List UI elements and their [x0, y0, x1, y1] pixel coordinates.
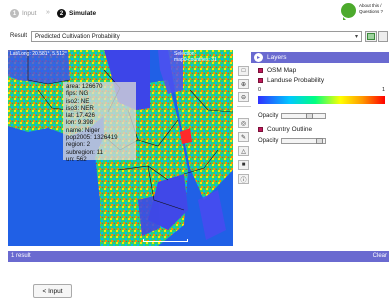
pencil-icon: ✎ — [240, 134, 247, 141]
zoom-out-button[interactable]: ⊖ — [238, 92, 249, 102]
opacity-control-outline: Opacity — [258, 138, 327, 144]
select-icon: ◎ — [240, 120, 247, 127]
chevron-down-icon: ▾ — [354, 34, 358, 40]
speech-bubble-icon — [341, 3, 356, 20]
export-icon — [367, 33, 375, 40]
box-tool-button[interactable]: ■ — [238, 160, 249, 170]
result-label: Result — [10, 33, 28, 39]
slider-thumb[interactable] — [306, 113, 314, 119]
layers-panel: OSM Map Landuse Probability 0 1 Opacity … — [251, 63, 389, 246]
info-tool-button[interactable]: ⓘ — [238, 174, 249, 184]
opacity-control-landuse: Opacity — [258, 113, 327, 119]
step-label: Input — [22, 10, 37, 17]
export-button[interactable] — [365, 31, 377, 42]
result-row: Result Predicted Cultivation Probability… — [0, 31, 389, 43]
map-toolbar: □ ⊕ ⊖ ◎ ✎ △ ■ ⓘ — [237, 52, 251, 246]
info-icon: ⓘ — [240, 177, 247, 184]
slider-thumb[interactable] — [316, 138, 324, 144]
info-line: lat: 17.426 — [66, 112, 95, 120]
info-line: fips: NG — [66, 90, 89, 98]
zoom-in-button[interactable]: ⊕ — [238, 79, 249, 89]
info-line: un: 562 — [66, 155, 87, 163]
zoom-out-icon: ⊖ — [240, 94, 247, 101]
step-simulate[interactable]: 2 Simulate — [57, 9, 96, 18]
probability-color-scale — [258, 96, 385, 104]
step-number: 2 — [57, 9, 66, 18]
about-link[interactable]: About this / Questions ? — [341, 3, 385, 20]
select-tool-button[interactable]: ◎ — [238, 118, 249, 128]
step-label: Simulate — [69, 10, 97, 17]
back-to-input-button[interactable]: < Input — [33, 284, 72, 298]
layer-checkbox[interactable] — [258, 127, 263, 132]
layer-checkbox[interactable] — [258, 68, 263, 73]
layer-item-landuse-probability[interactable]: Landuse Probability — [258, 77, 324, 84]
step-number: 1 — [10, 9, 19, 18]
layer-checkbox[interactable] — [258, 78, 263, 83]
pan-tool-button[interactable]: □ — [238, 66, 249, 76]
step-input[interactable]: 1 Input — [10, 9, 36, 18]
info-line: subregion: 11 — [66, 148, 104, 156]
box-icon: ■ — [241, 162, 246, 168]
coordinate-readout: Lat/Long: 20.581°, 5.512° — [10, 51, 67, 57]
selection-value: map0-countries: 31 — [174, 57, 217, 63]
legend-max-value: 1 — [381, 87, 385, 93]
feature-info-popup: area: 126670 fips: NG iso2: NE iso3: NER… — [63, 82, 136, 163]
hand-icon: □ — [241, 68, 246, 74]
about-text: About this / Questions ? — [359, 3, 384, 14]
collapse-icon[interactable]: ▸ — [254, 53, 263, 62]
polygon-tool-button[interactable]: △ — [238, 146, 249, 156]
measure-tool-button[interactable]: ✎ — [238, 132, 249, 142]
zoom-in-icon: ⊕ — [240, 81, 247, 88]
info-line: pop2005: 1326419 — [66, 134, 118, 142]
download-button[interactable] — [378, 31, 388, 42]
info-line: iso3: NER — [66, 104, 94, 112]
layer-label: OSM Map — [267, 67, 297, 74]
info-line: name: Niger — [66, 126, 100, 134]
layer-item-country-outline[interactable]: Country Outline — [258, 126, 312, 133]
opacity-label: Opacity — [258, 113, 279, 119]
layers-header[interactable]: ▸ Layers — [251, 52, 389, 63]
results-count: 1 result — [11, 253, 31, 259]
results-bar: 1 result Clear — [8, 251, 389, 262]
polygon-icon: △ — [241, 148, 246, 155]
step-arrow-icon: » — [46, 9, 50, 16]
toolbar-divider — [237, 106, 251, 107]
info-line: region: 2 — [66, 141, 91, 149]
selection-readout: Selection: map0-countries: 31 — [174, 51, 217, 63]
result-selected-value: Predicted Cultivation Probability — [35, 34, 120, 40]
info-line: iso2: NE — [66, 97, 90, 105]
info-line: lon: 9.398 — [66, 119, 94, 127]
layers-title: Layers — [267, 54, 287, 61]
top-bar: 1 Input » 2 Simulate About this / Questi… — [0, 0, 389, 28]
map-scale-bar — [143, 239, 188, 242]
legend-min-value: 0 — [258, 87, 262, 93]
opacity-slider-outline[interactable] — [281, 138, 327, 144]
map-view[interactable]: Lat/Long: 20.581°, 5.512° Selection: map… — [8, 50, 233, 246]
opacity-label: Opacity — [258, 138, 279, 144]
layer-label: Landuse Probability — [267, 77, 325, 84]
layer-item-osm-map[interactable]: OSM Map — [258, 67, 296, 74]
opacity-slider-landuse[interactable] — [281, 113, 327, 119]
result-select[interactable]: Predicted Cultivation Probability ▾ — [31, 31, 362, 42]
clear-link[interactable]: Clear — [373, 253, 387, 259]
layer-label: Country Outline — [267, 126, 313, 133]
info-line: area: 126670 — [66, 83, 103, 90]
